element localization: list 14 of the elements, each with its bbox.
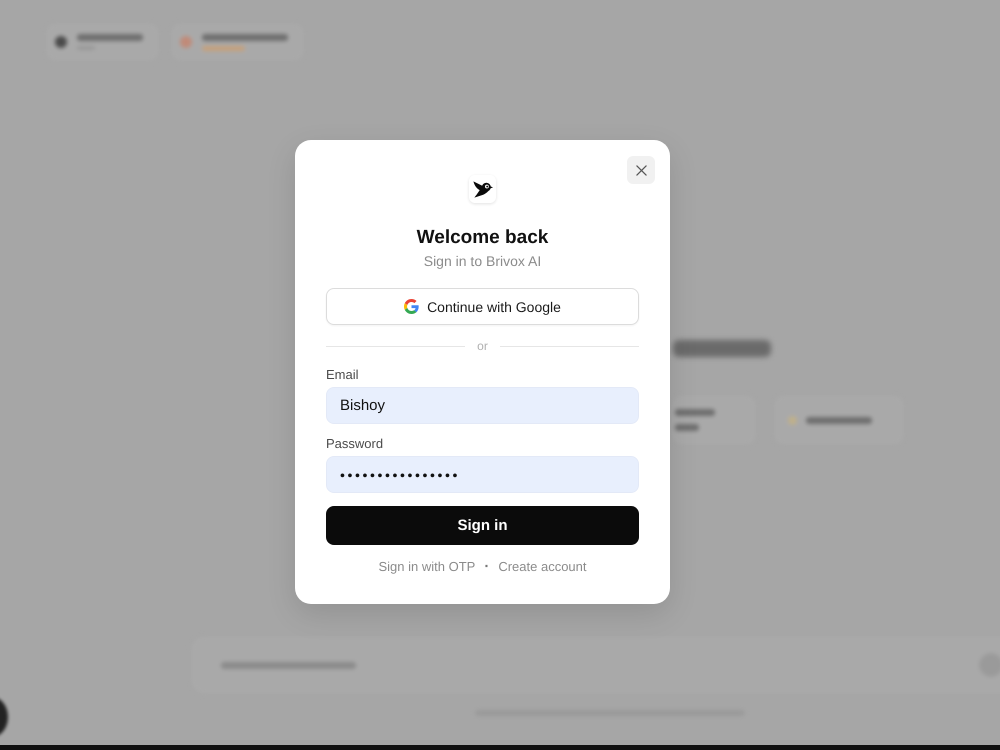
bird-logo-icon: [469, 175, 496, 203]
dialog-subtitle: Sign in to Brivox AI: [422, 252, 542, 270]
dialog-title: Welcome back: [416, 227, 550, 249]
or-divider-text: or: [477, 339, 488, 353]
sign-in-button[interactable]: Sign in: [326, 506, 639, 545]
email-field[interactable]: Bishoy: [326, 387, 639, 424]
field-label: Email: [326, 367, 360, 383]
close-icon: [636, 164, 646, 176]
google-logo-icon: [404, 299, 420, 314]
field-label: Password: [326, 436, 384, 452]
link-separator: ·: [484, 559, 490, 575]
password-field[interactable]: ••••••••••••••••: [326, 456, 639, 493]
close-button[interactable]: [627, 156, 655, 184]
google-signin-button[interactable]: Continue with Google: [326, 288, 639, 325]
